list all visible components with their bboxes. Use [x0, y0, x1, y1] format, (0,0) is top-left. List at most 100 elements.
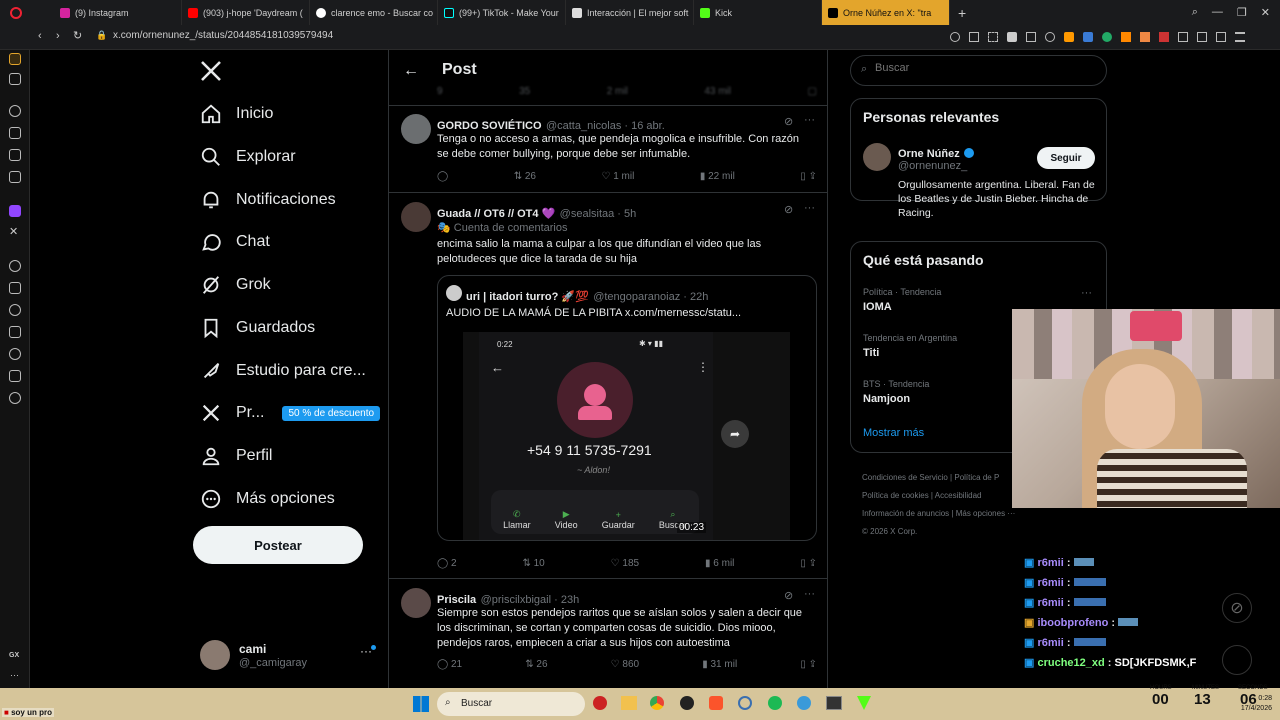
nav-bookmarks[interactable]: Guardados [200, 317, 315, 339]
extension-icon[interactable] [1140, 32, 1150, 42]
video-player[interactable]: 0:22 ✱ ▾ ▮▮ ← ⋮ +54 9 11 5735-7291 ~ Ald… [463, 332, 790, 540]
zoom-icon[interactable] [950, 32, 960, 42]
tab-instagram[interactable]: (9) Instagram [54, 0, 182, 25]
reply-tweet[interactable]: Guada // OT6 // OT4 💜 @sealsitaa · 5h ⊘ … [389, 193, 827, 579]
like-count[interactable]: 2 mil [607, 86, 628, 97]
file-explorer-icon[interactable] [621, 696, 637, 710]
tab-youtube[interactable]: (903) j-hope 'Daydream ( [182, 0, 310, 25]
more-icon[interactable]: ··· [1081, 287, 1092, 299]
url-field[interactable]: x.com/ornenunez_/status/2044854181039579… [113, 30, 333, 41]
like-icon[interactable]: ♡ 1 mil [601, 171, 634, 182]
windows-start-icon[interactable] [413, 696, 429, 712]
music-icon[interactable] [9, 171, 21, 183]
play-icon[interactable] [1121, 32, 1131, 42]
extension-icon[interactable] [9, 149, 21, 161]
reply-icon[interactable]: ◯ [437, 171, 448, 182]
nav-explore[interactable]: Explorar [200, 146, 296, 168]
share-arrow-icon[interactable]: ➦ [721, 420, 749, 448]
edge-icon[interactable] [738, 696, 752, 710]
x-icon[interactable]: ✕ [9, 225, 18, 238]
more-icon[interactable]: ··· [804, 114, 815, 126]
more-icon[interactable]: ··· [804, 588, 815, 600]
bookmark-icon[interactable]: ▯ ⇪ [800, 171, 817, 182]
back-arrow-icon[interactable]: ← [403, 62, 419, 80]
tab-kick[interactable]: Kick [694, 0, 822, 25]
like-icon[interactable]: ♡ 185 [611, 558, 639, 569]
opera-gx-icon[interactable] [593, 696, 607, 710]
avatar[interactable] [401, 588, 431, 618]
view-count[interactable]: 43 mil [704, 86, 731, 97]
aria-icon[interactable] [9, 105, 21, 117]
heart-icon[interactable] [9, 304, 21, 316]
avatar[interactable] [863, 143, 891, 171]
extension-icon[interactable] [1102, 32, 1112, 42]
nav-grok[interactable]: Grok [200, 274, 271, 296]
heart-icon[interactable] [1045, 32, 1055, 42]
show-more-link[interactable]: Mostrar más [863, 427, 924, 439]
minimize-icon[interactable]: — [1212, 6, 1223, 19]
obs-icon[interactable] [680, 696, 694, 710]
brave-icon[interactable] [709, 696, 723, 710]
reply-count[interactable]: 9 [437, 86, 443, 97]
vue-icon[interactable] [857, 696, 871, 710]
post-button[interactable]: Postear [193, 526, 363, 564]
gx-icon[interactable]: GX [9, 652, 19, 659]
shield-icon[interactable] [1007, 32, 1017, 42]
quoted-tweet[interactable]: uri | itadori turro? 🚀💯 @tengoparanoiaz … [437, 275, 817, 541]
pin-icon[interactable] [9, 326, 21, 338]
reply-tweet[interactable]: Priscila @priscilxbigail · 23h ⊘ ··· Sie… [389, 579, 827, 688]
tab-x-active[interactable]: Orne Núñez en X: "tra [822, 0, 950, 25]
like-icon[interactable]: ♡ 860 [611, 659, 639, 670]
nav-more-options[interactable]: Más opciones [200, 488, 335, 510]
crypto-icon[interactable] [9, 127, 21, 139]
snapshot-icon[interactable] [988, 32, 998, 42]
account-switcher[interactable]: cami @_camigaray ··· [200, 640, 380, 676]
ai-icon[interactable] [1216, 32, 1226, 42]
puzzle-icon[interactable] [1178, 32, 1188, 42]
grok-icon[interactable]: ⊘ [784, 203, 793, 216]
views-icon[interactable]: ▮ 6 mil [705, 558, 734, 569]
nav-premium[interactable]: Pr... 50 % de descuento [200, 402, 381, 424]
bookmark-icon[interactable]: ▯ ⇪ [800, 558, 817, 569]
search-input[interactable] [875, 62, 1095, 74]
taskbar-search[interactable]: ⌕ Buscar [437, 692, 585, 716]
extensions-icon[interactable] [9, 370, 21, 382]
avatar[interactable] [401, 114, 431, 144]
gamepad-icon[interactable] [9, 73, 21, 85]
reply-tweet[interactable]: GORDO SOVIÉTICO @catta_nicolas · 16 abr.… [389, 106, 827, 193]
reload-icon[interactable]: ↻ [73, 29, 82, 42]
reply-icon[interactable]: ◯ 21 [437, 659, 462, 670]
download-icon[interactable] [1197, 32, 1207, 42]
chat-bubble-icon[interactable] [1222, 645, 1252, 675]
camera-icon[interactable] [969, 32, 979, 42]
views-icon[interactable]: ▮ 31 mil [702, 659, 737, 670]
player-icon[interactable] [9, 260, 21, 272]
grok-icon[interactable]: ⊘ [784, 115, 793, 128]
nav-profile[interactable]: Perfil [200, 445, 272, 467]
nav-creator-studio[interactable]: Estudio para cre... [200, 360, 366, 382]
send-icon[interactable] [1026, 32, 1036, 42]
tab-tiktok[interactable]: (99+) TikTok - Make Your [438, 0, 566, 25]
tab-google[interactable]: clarence emo - Buscar co [310, 0, 438, 25]
retweet-icon[interactable]: ⇅ 10 [522, 558, 544, 569]
globe-icon[interactable] [797, 696, 811, 710]
opera-logo-icon[interactable] [0, 0, 32, 25]
maximize-icon[interactable]: ❐ [1237, 6, 1247, 19]
grok-icon[interactable]: ⊘ [1222, 593, 1252, 623]
views-icon[interactable]: ▮ 22 mil [700, 171, 735, 182]
x-logo-icon[interactable] [199, 59, 223, 88]
retweet-count[interactable]: 35 [519, 86, 530, 97]
history-icon[interactable] [9, 348, 21, 360]
retweet-icon[interactable]: ⇅ 26 [525, 659, 547, 670]
spotify-icon[interactable] [768, 696, 782, 710]
reply-icon[interactable]: ◯ 2 [437, 558, 457, 569]
system-clock[interactable]: 0:28 17/4/2026 [1232, 694, 1272, 714]
brave-shield-icon[interactable] [1064, 32, 1074, 42]
settings-icon[interactable] [9, 392, 21, 404]
menu-icon[interactable] [1235, 32, 1245, 42]
search-box[interactable]: ⌕ [850, 55, 1107, 86]
twitch-icon[interactable] [9, 205, 21, 217]
avatar[interactable] [401, 202, 431, 232]
search-tabs-icon[interactable]: ⌕ [1192, 6, 1198, 19]
close-icon[interactable]: ✕ [1261, 6, 1270, 19]
